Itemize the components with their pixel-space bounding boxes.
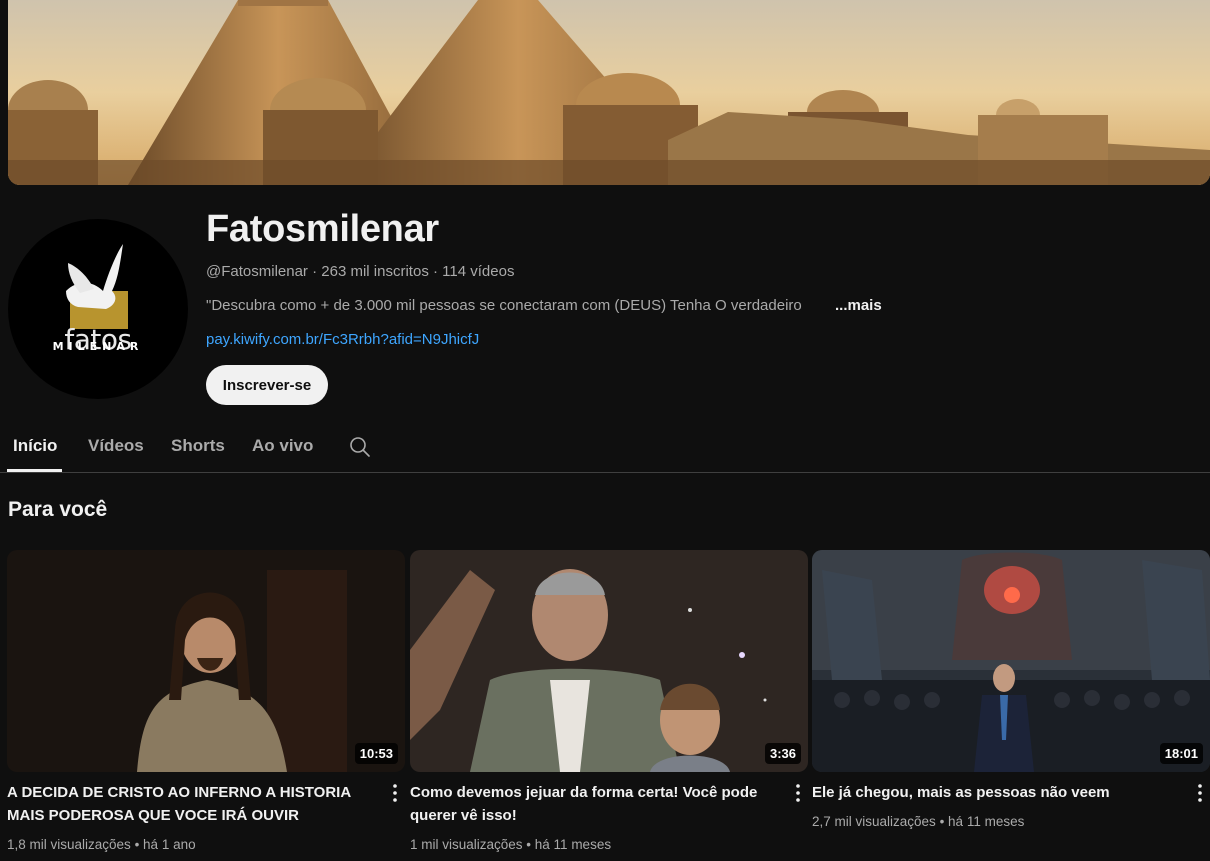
- channel-tabs: Início Vídeos Shorts Ao vivo: [0, 420, 1210, 473]
- video-age: há 11 meses: [534, 837, 612, 852]
- video-age: há 11 meses: [948, 814, 1025, 829]
- video-count: 114 vídeos: [442, 263, 515, 280]
- dove-logo-icon: [66, 244, 128, 329]
- active-tab-indicator: [7, 469, 62, 472]
- tab-shorts[interactable]: Shorts: [171, 436, 225, 456]
- channel-meta: @Fatosmilenar · 263 mil inscritos · 114 …: [206, 263, 514, 280]
- more-actions-icon[interactable]: [788, 782, 808, 804]
- video-duration: 18:01: [1159, 743, 1203, 764]
- video-age: há 1 ano: [143, 837, 196, 852]
- meta-separator: ·: [307, 263, 322, 280]
- video-title[interactable]: Ele já chegou, mais as pessoas não veem: [812, 781, 1182, 804]
- more-actions-icon[interactable]: [385, 782, 405, 804]
- video-stats: 1,8 mil visualizações • há 1 ano: [7, 837, 196, 852]
- video-thumbnail[interactable]: 10:53: [7, 550, 405, 772]
- video-duration: 3:36: [764, 743, 801, 764]
- video-card[interactable]: 3:36 Como devemos jejuar da forma certa!…: [410, 550, 808, 852]
- tab-inicio[interactable]: Início: [13, 436, 57, 456]
- video-card[interactable]: 18:01 Ele já chegou, mais as pessoas não…: [812, 550, 1210, 829]
- video-title[interactable]: Como devemos jejuar da forma certa! Você…: [410, 781, 780, 827]
- video-title[interactable]: A DECIDA DE CRISTO AO INFERNO A HISTORIA…: [7, 781, 377, 827]
- video-views: 1,8 mil visualizações: [7, 837, 131, 852]
- search-icon[interactable]: [348, 435, 372, 459]
- video-card[interactable]: 10:53 A DECIDA DE CRISTO AO INFERNO A HI…: [7, 550, 405, 852]
- avatar-logo-word2: MILENAR: [52, 340, 144, 353]
- tab-videos[interactable]: Vídeos: [88, 436, 144, 456]
- video-thumbnail[interactable]: 3:36: [410, 550, 808, 772]
- video-stats: 2,7 mil visualizações • há 11 meses: [812, 814, 1025, 829]
- channel-banner: [8, 0, 1210, 185]
- subscribe-button[interactable]: Inscrever-se: [206, 365, 328, 405]
- video-views: 2,7 mil visualizações: [812, 814, 936, 829]
- channel-handle: @Fatosmilenar: [206, 263, 308, 280]
- video-thumbnail[interactable]: 18:01: [812, 550, 1210, 772]
- channel-name: Fatosmilenar: [206, 208, 439, 250]
- video-duration: 10:53: [354, 743, 398, 764]
- subscriber-count: 263 mil inscritos: [321, 263, 429, 280]
- banner-image: [8, 0, 1210, 185]
- channel-description[interactable]: "Descubra como + de 3.000 mil pessoas se…: [206, 297, 802, 314]
- description-more-link[interactable]: ...mais: [835, 297, 882, 314]
- channel-avatar[interactable]: fatos MILENAR: [8, 219, 188, 399]
- video-views: 1 mil visualizações: [410, 837, 523, 852]
- section-title: Para você: [8, 498, 108, 521]
- video-stats: 1 mil visualizações • há 11 meses: [410, 837, 612, 852]
- tab-ao-vivo[interactable]: Ao vivo: [252, 436, 313, 456]
- more-actions-icon[interactable]: [1190, 782, 1210, 804]
- channel-link[interactable]: pay.kiwify.com.br/Fc3Rrbh?afid=N9JhicfJ: [206, 331, 479, 348]
- meta-separator: ·: [428, 263, 443, 280]
